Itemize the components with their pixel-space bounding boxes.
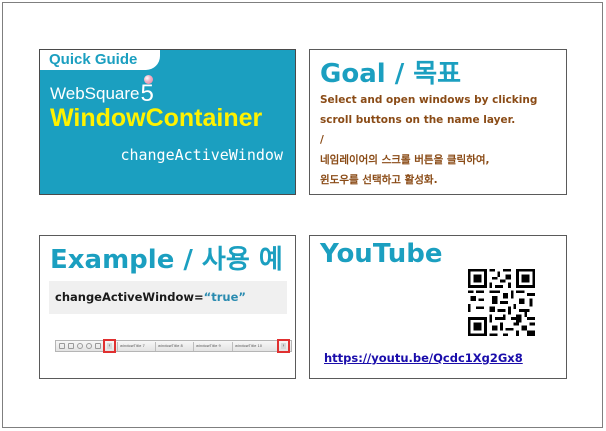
slide-frame: Quick Guide WebSquare5 WindowContainer c… (2, 2, 603, 428)
right-scroll-button[interactable]: › (277, 339, 290, 353)
goal-line: scroll buttons on the name layer. (320, 114, 516, 126)
layer-icon (86, 343, 92, 349)
code-attribute: changeActiveWindow= (55, 290, 204, 304)
left-scroll-button[interactable]: ‹ (103, 339, 116, 353)
youtube-title: YouTube (320, 239, 443, 269)
layer-icon (68, 343, 74, 349)
chevron-right-icon: › (281, 343, 286, 349)
goal-card: Goal / 목표 Select and open windows by cli… (309, 49, 567, 195)
websquare-logo: WebSquare5 (50, 78, 154, 107)
component-title: WindowContainer (50, 104, 263, 132)
window-tab[interactable]: windowTitle 9 (193, 342, 221, 351)
brand-version: 5 (140, 80, 154, 107)
goal-line: / (320, 134, 324, 146)
example-card: Example / 사용 예 changeActiveWindow=“true”… (39, 235, 296, 379)
goal-line: 네임레이어의 스크롤 버튼을 클릭하여, (320, 154, 490, 166)
window-tab[interactable]: windowTitle 7 (117, 342, 145, 351)
goal-description: Select and open windows by clicking scro… (320, 90, 564, 190)
quick-guide-tab: Quick Guide (40, 50, 160, 70)
layer-icon (59, 343, 65, 349)
goal-line: Select and open windows by clicking (320, 94, 538, 106)
goal-line: 윈도우를 선택하고 활성화. (320, 174, 438, 186)
window-name-layer-preview: ‹ windowTitle 7 windowTitle 8 windowTitl… (55, 339, 292, 353)
quick-guide-label: Quick Guide (49, 51, 138, 68)
logo-dot-icon (144, 75, 153, 84)
qr-code-icon[interactable] (468, 269, 535, 336)
code-value: “true” (203, 290, 246, 304)
youtube-card: YouTube https://youtu.be/Qcdc1Xg2Gx8 (309, 235, 567, 379)
layer-icon (95, 343, 101, 349)
brand-name: WebSquare (50, 84, 140, 103)
chevron-left-icon: ‹ (107, 343, 112, 349)
function-name: changeActiveWindow (120, 146, 283, 164)
quick-guide-card: Quick Guide WebSquare5 WindowContainer c… (39, 49, 296, 195)
code-snippet: changeActiveWindow=“true” (49, 281, 287, 314)
youtube-link[interactable]: https://youtu.be/Qcdc1Xg2Gx8 (324, 351, 523, 365)
example-title: Example / 사용 예 (50, 245, 283, 275)
window-tab[interactable]: windowTitle 10 (232, 342, 262, 351)
window-tab[interactable]: windowTitle 8 (155, 342, 183, 351)
goal-title: Goal / 목표 (320, 59, 462, 89)
layer-icon (77, 343, 83, 349)
